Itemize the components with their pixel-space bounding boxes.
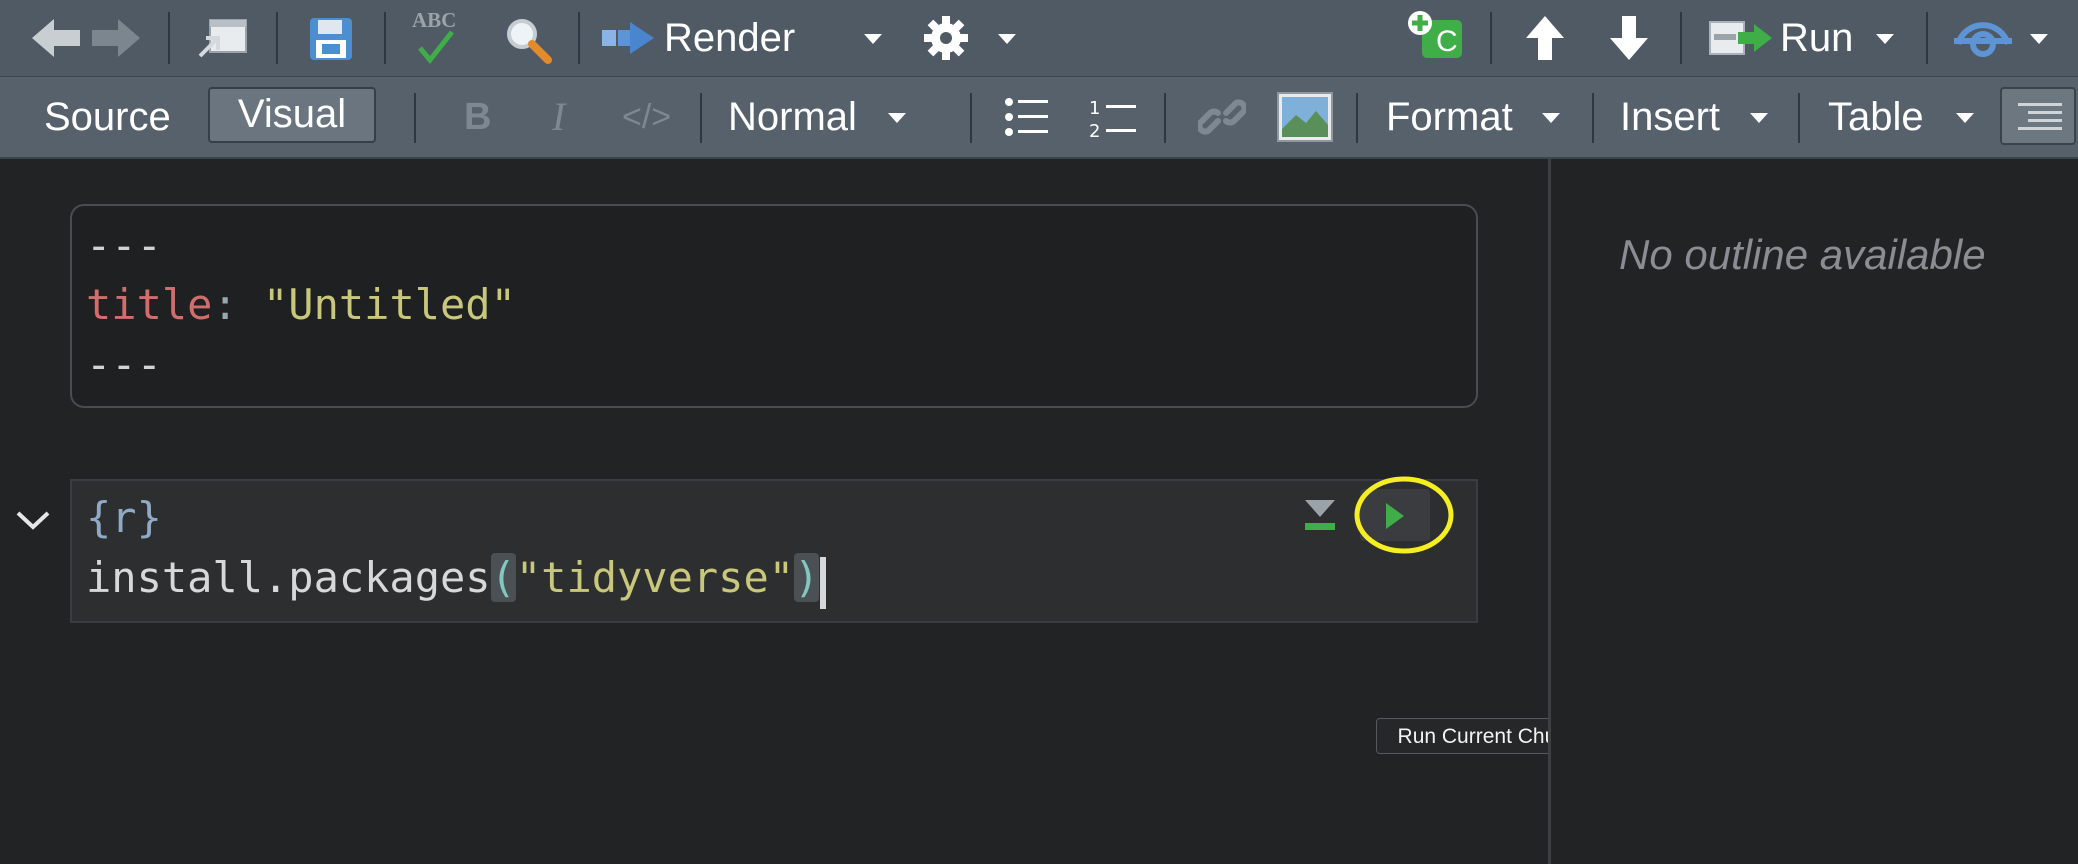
chunk-code-line[interactable]: install.packages("tidyverse") — [86, 553, 820, 602]
table-menu-caret-icon[interactable] — [1956, 113, 1974, 123]
outline-empty-message: No outline available — [1619, 231, 1986, 278]
toolbar-separator — [700, 93, 702, 143]
show-in-new-window-icon[interactable] — [196, 16, 250, 60]
yaml-front-matter[interactable]: --- title: "Untitled" --- — [70, 204, 1478, 408]
go-to-next-chunk-icon[interactable] — [1608, 14, 1650, 62]
gear-dropdown-caret-icon[interactable] — [998, 34, 1016, 44]
run-button[interactable]: Run — [1780, 0, 1853, 76]
yaml-delimiter-bottom: --- — [86, 340, 162, 389]
find-replace-icon[interactable] — [502, 14, 552, 64]
italic-button[interactable]: I — [552, 77, 565, 157]
toolbar-separator — [1798, 93, 1800, 143]
main-toolbar: ABC Render C Run — [0, 0, 2078, 77]
render-dropdown-caret-icon[interactable] — [864, 34, 882, 44]
toolbar-separator — [1164, 93, 1166, 143]
toolbar-separator — [414, 93, 416, 143]
text-cursor — [820, 557, 826, 609]
outline-toggle-button[interactable] — [2000, 87, 2076, 145]
format-menu-caret-icon[interactable] — [1542, 113, 1560, 123]
code-open-paren: ( — [490, 553, 516, 602]
numbered-list-icon[interactable]: 1 2 — [1088, 95, 1138, 139]
insert-menu[interactable]: Insert — [1620, 77, 1720, 157]
gear-icon[interactable] — [922, 14, 970, 62]
yaml-colon: : — [212, 280, 238, 329]
svg-text:1: 1 — [1089, 98, 1100, 119]
run-dropdown-caret-icon[interactable] — [1876, 34, 1894, 44]
visual-mode-button[interactable]: Visual — [208, 87, 376, 143]
highlight-circle-annotation — [1354, 476, 1454, 554]
code-string-arg: "tidyverse" — [515, 553, 795, 602]
toolbar-separator — [1490, 12, 1492, 64]
publish-icon[interactable] — [1952, 14, 2014, 62]
yaml-value: "Untitled" — [237, 280, 516, 329]
toolbar-separator — [1926, 12, 1928, 64]
toolbar-separator — [970, 93, 972, 143]
insert-image-icon[interactable] — [1276, 91, 1334, 143]
collapse-chunk-chevron-icon[interactable] — [14, 507, 52, 533]
bold-button[interactable]: B — [464, 77, 491, 157]
link-icon[interactable] — [1198, 93, 1246, 141]
go-to-previous-chunk-icon[interactable] — [1524, 14, 1566, 62]
svg-text:2: 2 — [1089, 121, 1100, 139]
code-function: install.packages — [86, 553, 491, 602]
forward-arrow-icon[interactable] — [90, 17, 142, 59]
table-menu[interactable]: Table — [1828, 77, 1924, 157]
toolbar-separator — [578, 12, 580, 64]
publish-dropdown-caret-icon[interactable] — [2030, 34, 2048, 44]
visual-editor-pane[interactable]: --- title: "Untitled" --- {r} install.pa… — [0, 159, 1600, 864]
document-outline-pane: No outline available — [1551, 159, 2078, 864]
toolbar-separator — [1356, 93, 1358, 143]
insert-chunk-letter: C — [1436, 25, 1458, 58]
toolbar-separator — [1680, 12, 1682, 64]
block-style-select[interactable]: Normal — [728, 77, 857, 157]
toolbar-separator — [168, 12, 170, 64]
insert-chunk-icon[interactable]: C — [1406, 10, 1466, 60]
bullet-list-icon[interactable] — [1004, 97, 1050, 137]
run-previous-chunks-icon[interactable] — [1302, 497, 1338, 533]
save-icon[interactable] — [308, 16, 354, 62]
yaml-delimiter-top: --- — [86, 221, 162, 270]
toolbar-separator — [276, 12, 278, 64]
render-arrow-icon[interactable] — [600, 18, 656, 58]
render-button[interactable]: Render — [664, 0, 795, 76]
format-menu[interactable]: Format — [1386, 77, 1513, 157]
toolbar-separator — [1592, 93, 1594, 143]
insert-menu-caret-icon[interactable] — [1750, 113, 1768, 123]
visual-editor-toolbar: Source Visual B I </> Normal 1 2 Format … — [0, 77, 2078, 159]
source-mode-button[interactable]: Source — [44, 77, 171, 157]
code-chunk[interactable]: {r} install.packages("tidyverse") — [70, 476, 1478, 623]
block-style-caret-icon[interactable] — [888, 113, 906, 123]
code-close-paren: ) — [794, 553, 820, 602]
toolbar-separator — [384, 12, 386, 64]
yaml-key: title — [86, 280, 213, 329]
code-button[interactable]: </> — [622, 77, 671, 157]
yaml-title-line: title: "Untitled" — [86, 280, 516, 329]
outline-icon — [2018, 103, 2062, 130]
run-icon[interactable] — [1708, 18, 1774, 58]
chunk-header: {r} — [86, 493, 162, 542]
back-arrow-icon[interactable] — [30, 17, 82, 59]
